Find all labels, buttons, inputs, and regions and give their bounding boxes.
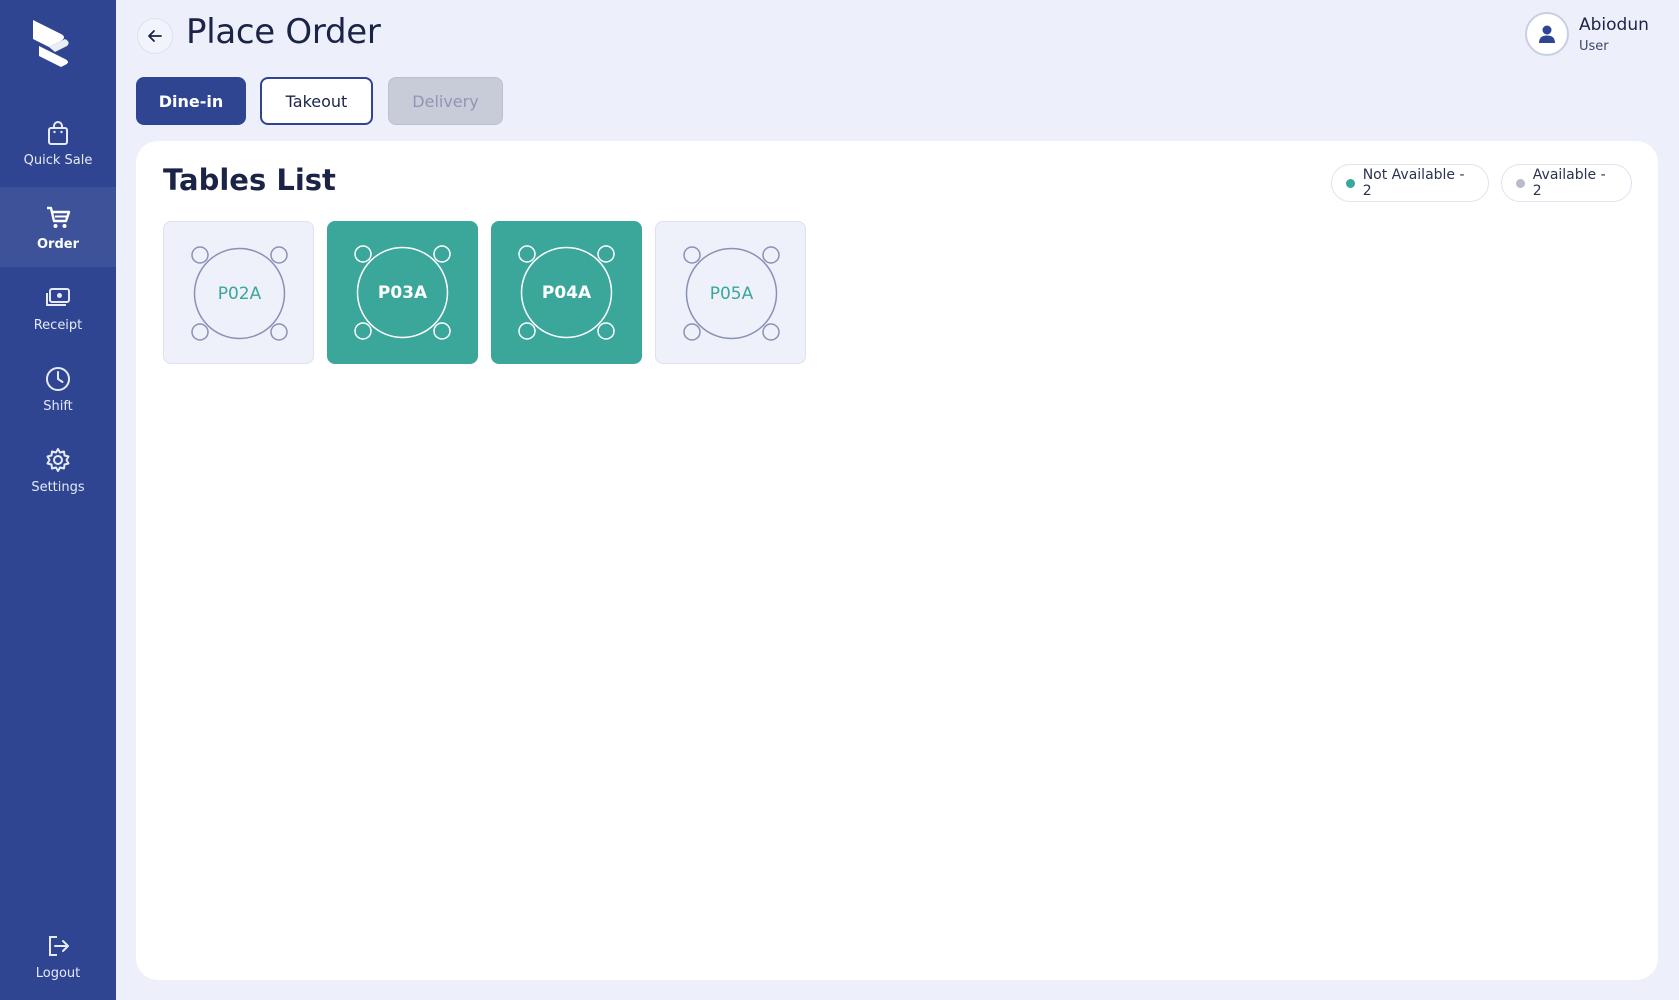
clock-icon bbox=[46, 366, 70, 391]
table-name: P03A bbox=[377, 282, 428, 303]
table-name: P05A bbox=[709, 283, 754, 304]
user-name: Abiodun bbox=[1579, 15, 1649, 35]
tables-grid: P02A P03A P04A P05A bbox=[163, 221, 806, 364]
sidebar: Quick Sale Order Receipt Shift Settings … bbox=[0, 0, 116, 1000]
gear-icon bbox=[46, 447, 70, 472]
sidebar-item-settings[interactable]: Settings bbox=[0, 430, 116, 510]
logout-icon bbox=[49, 935, 69, 956]
table-card[interactable]: P05A bbox=[655, 221, 806, 364]
user-icon bbox=[1539, 25, 1555, 43]
table-card[interactable]: P02A bbox=[163, 221, 314, 364]
sidebar-item-label: Logout bbox=[35, 965, 81, 981]
sidebar-item-label: Order bbox=[37, 236, 79, 252]
sidebar-item-order[interactable]: Order bbox=[0, 187, 116, 267]
tab-delivery: Delivery bbox=[388, 77, 503, 125]
bag-icon bbox=[48, 120, 68, 145]
money-icon bbox=[46, 287, 70, 306]
tab-takeout[interactable]: Takeout bbox=[260, 77, 373, 125]
avatar[interactable] bbox=[1525, 12, 1569, 56]
table-card[interactable]: P03A bbox=[327, 221, 478, 364]
legend-not-available: Not Available - 2 bbox=[1331, 164, 1489, 202]
sidebar-item-label: Receipt bbox=[33, 317, 83, 333]
table-card[interactable]: P04A bbox=[491, 221, 642, 364]
sidebar-item-label: Shift bbox=[43, 398, 73, 414]
status-dot-icon bbox=[1346, 178, 1355, 188]
table-name: P02A bbox=[217, 283, 262, 304]
legend-available: Available - 2 bbox=[1501, 164, 1632, 202]
panel-title: Tables List bbox=[163, 163, 336, 197]
sidebar-item-label: Quick Sale bbox=[23, 152, 93, 168]
cart-icon bbox=[47, 206, 71, 228]
legend-label: Available - 2 bbox=[1532, 167, 1606, 199]
sidebar-item-receipt[interactable]: Receipt bbox=[0, 268, 116, 348]
sidebar-item-shift[interactable]: Shift bbox=[0, 349, 116, 429]
page-title: Place Order bbox=[186, 12, 381, 52]
arrow-left-icon bbox=[148, 30, 162, 42]
sidebar-item-logout[interactable]: Logout bbox=[0, 916, 116, 996]
app-logo bbox=[33, 20, 69, 67]
table-name: P04A bbox=[541, 282, 592, 303]
sidebar-item-quick-sale[interactable]: Quick Sale bbox=[0, 103, 116, 183]
status-dot-icon bbox=[1516, 178, 1525, 188]
user-role: User bbox=[1579, 39, 1609, 54]
tab-dine-in[interactable]: Dine-in bbox=[136, 77, 246, 125]
sidebar-item-label: Settings bbox=[31, 479, 85, 495]
back-button[interactable] bbox=[137, 18, 173, 54]
legend-label: Not Available - 2 bbox=[1362, 167, 1465, 199]
tables-panel: Tables List Not Available - 2 Available … bbox=[136, 141, 1658, 980]
